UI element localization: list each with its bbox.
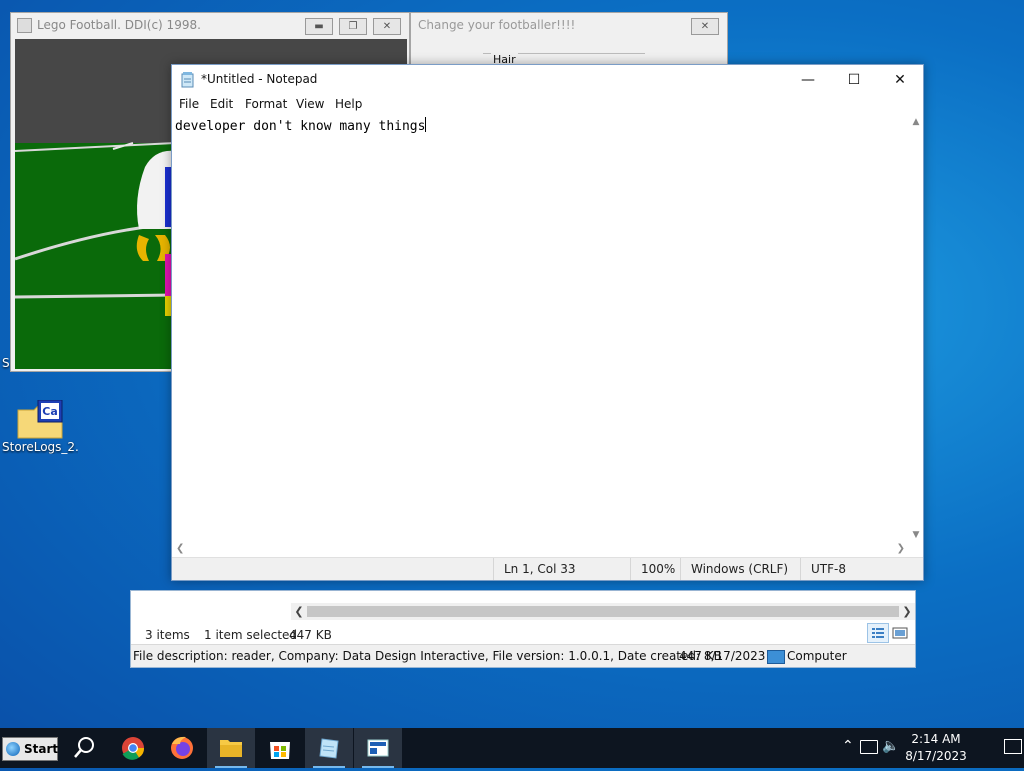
zip-folder-icon: Ca xyxy=(16,399,64,440)
clock-time: 2:14 AM xyxy=(911,732,961,746)
menu-help[interactable]: Help xyxy=(335,97,362,111)
clock-date: 8/17/2023 xyxy=(905,749,967,763)
scroll-left-icon[interactable]: ❮ xyxy=(291,603,307,620)
notepad-title: *Untitled - Notepad xyxy=(201,72,318,86)
file-explorer-window: ❮ ❯ 3 items 1 item selected 447 KB File … xyxy=(130,590,916,668)
file-size: 447 KB xyxy=(679,649,722,663)
close-button[interactable]: ✕ xyxy=(373,18,401,35)
scroll-right-icon[interactable]: ❯ xyxy=(897,543,905,554)
text-editor[interactable]: developer don't know many things xyxy=(172,115,909,542)
app-icon xyxy=(17,18,32,33)
lego-titlebar[interactable]: Lego Football. DDI(c) 1998. ▬ ❐ ✕ xyxy=(11,13,409,37)
store-icon[interactable] xyxy=(256,728,304,768)
close-button[interactable]: ✕ xyxy=(877,65,923,95)
notifications-icon[interactable] xyxy=(1004,739,1022,754)
minimize-button[interactable]: ▬ xyxy=(305,18,333,35)
scroll-right-icon[interactable]: ❯ xyxy=(899,603,915,620)
notepad-titlebar[interactable]: *Untitled - Notepad — ☐ ✕ xyxy=(172,65,923,95)
notepad-window[interactable]: *Untitled - Notepad — ☐ ✕ File Edit Form… xyxy=(171,64,924,581)
explorer-status-bar: 3 items 1 item selected 447 KB xyxy=(131,625,915,645)
svg-text:Ca: Ca xyxy=(42,405,58,418)
minimize-button[interactable]: — xyxy=(785,65,831,95)
system-tray: ⌃ 🔈 2:14 AM 8/17/2023 xyxy=(824,728,1024,768)
lego-window-title: Lego Football. DDI(c) 1998. xyxy=(37,18,201,32)
menu-view[interactable]: View xyxy=(296,97,324,111)
change-window-title: Change your footballer!!!! xyxy=(418,18,576,32)
encoding: UTF-8 xyxy=(800,558,846,580)
menu-format[interactable]: Format xyxy=(245,97,287,111)
close-button[interactable]: ✕ xyxy=(691,18,719,35)
items-count: 3 items xyxy=(145,628,190,642)
desktop-icon-storelogs[interactable]: Ca StoreLogs_2... xyxy=(2,399,78,454)
start-label: Start xyxy=(24,742,59,756)
selection-size: 447 KB xyxy=(289,628,332,642)
line-endings: Windows (CRLF) xyxy=(680,558,788,580)
zoom-level: 100% xyxy=(630,558,675,580)
explorer-details-bar: File description: reader, Company: Data … xyxy=(131,644,915,667)
maximize-button[interactable]: ☐ xyxy=(831,65,877,95)
taskbar: Start ⌃ 🔈 2:14 AM 8/17/2023 xyxy=(0,728,1024,768)
scroll-down-icon[interactable]: ▼ xyxy=(909,530,923,540)
menu-file[interactable]: File xyxy=(179,97,199,111)
show-hidden-icons-icon[interactable]: ⌃ xyxy=(842,738,854,754)
network-icon[interactable] xyxy=(860,740,878,754)
location-label: Computer xyxy=(787,649,847,663)
scroll-left-icon[interactable]: ❮ xyxy=(176,543,184,554)
computer-icon xyxy=(767,650,785,664)
large-icons-view-button[interactable] xyxy=(889,623,911,643)
notepad-status-bar: Ln 1, Col 33 100% Windows (CRLF) UTF-8 xyxy=(172,557,923,580)
text-caret xyxy=(425,117,427,132)
reader-app-icon[interactable] xyxy=(354,728,402,768)
search-icon[interactable] xyxy=(60,728,108,768)
restore-button[interactable]: ❐ xyxy=(339,18,367,35)
clock[interactable]: 2:14 AM 8/17/2023 xyxy=(891,731,981,765)
selection-count: 1 item selected xyxy=(204,628,298,642)
scroll-thumb[interactable] xyxy=(307,606,899,617)
file-explorer-icon[interactable] xyxy=(207,728,255,768)
desktop-icon-label: StoreLogs_2... xyxy=(2,440,78,454)
start-button[interactable]: Start xyxy=(2,737,58,761)
explorer-horizontal-scrollbar[interactable]: ❮ ❯ xyxy=(291,603,915,620)
firefox-icon[interactable] xyxy=(158,728,206,768)
notepad-icon[interactable] xyxy=(305,728,353,768)
menu-bar: File Edit Format View Help xyxy=(172,95,923,115)
notepad-icon xyxy=(181,72,194,88)
menu-edit[interactable]: Edit xyxy=(210,97,233,111)
vertical-scrollbar[interactable]: ▲ ▼ xyxy=(909,115,923,542)
change-titlebar[interactable]: Change your footballer!!!! ✕ xyxy=(411,13,727,37)
editor-text: developer don't know many things xyxy=(175,119,426,134)
start-orb-icon xyxy=(6,742,20,756)
chrome-icon[interactable] xyxy=(109,728,157,768)
cursor-position: Ln 1, Col 33 xyxy=(493,558,576,580)
horizontal-scrollbar[interactable]: ❮ ❯ xyxy=(172,542,909,558)
details-view-button[interactable] xyxy=(867,623,889,643)
scroll-up-icon[interactable]: ▲ xyxy=(909,117,923,127)
desktop-clipped-label: S xyxy=(2,356,10,370)
file-description: File description: reader, Company: Data … xyxy=(133,649,766,663)
